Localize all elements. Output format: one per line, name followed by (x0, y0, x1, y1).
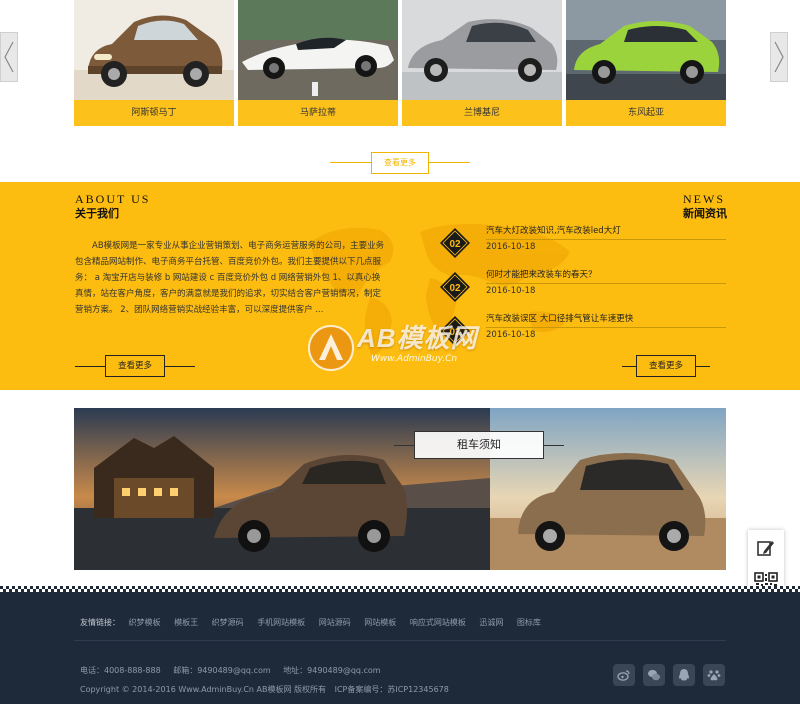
copyright: Copyright © 2014-2016 Www.AdminBuy.Cn AB… (80, 685, 327, 694)
news-title[interactable]: 汽车改装误区 大口径排气管让车速更快 (486, 312, 726, 328)
weibo-button[interactable] (613, 664, 635, 686)
contact-address: 地址：9490489@qq.com (283, 666, 381, 675)
news-more-label: 查看更多 (636, 355, 697, 377)
news-date: 2016-10-18 (486, 286, 536, 296)
news-day: 02 (449, 283, 461, 294)
baidu-icon (707, 670, 721, 681)
icp-number: ICP备案编号：苏ICP12345678 (334, 685, 449, 694)
wechat-button[interactable] (643, 664, 665, 686)
car-card-2[interactable]: 马萨拉蒂 (238, 0, 398, 126)
car-image (402, 0, 562, 100)
about-more-button[interactable]: 查看更多 (75, 355, 196, 377)
news-date: 2016-10-18 (486, 242, 536, 252)
more-cars-label: 查看更多 (371, 152, 429, 174)
watermark-url: Www.AdminBuy.Cn (371, 354, 458, 364)
news-day: 02 (449, 239, 461, 250)
divider (394, 445, 414, 446)
car-card-4[interactable]: 东风起亚 (566, 0, 726, 126)
contact-info: 电话：4008-888-888 邮箱：9490489@qq.com 地址：949… (80, 665, 391, 676)
friend-link[interactable]: 迅诚网 (479, 618, 503, 627)
carousel-next-button[interactable] (770, 32, 788, 82)
car-name: 马萨拉蒂 (299, 108, 336, 118)
divider (74, 640, 726, 641)
friend-link[interactable]: 网站源码 (319, 618, 351, 627)
divider (544, 445, 564, 446)
friend-link[interactable]: 响应式网站模板 (410, 618, 466, 627)
date-badge: 02 (440, 228, 470, 258)
car-name: 阿斯顿马丁 (131, 108, 177, 118)
watermark-text: AB模板网 (357, 323, 478, 353)
qq-button[interactable] (673, 664, 695, 686)
news-title-cn: 新闻资讯 (683, 207, 727, 220)
friend-link[interactable]: 织梦源码 (212, 618, 244, 627)
news-title[interactable]: 汽车大灯改装知识,汽车改装led大灯 (486, 224, 726, 240)
about-title-cn: 关于我们 (75, 207, 119, 220)
friend-link[interactable]: 图标库 (517, 618, 541, 627)
footer: 友情链接： 织梦模板 模板王 织梦源码 手机网站模板 网站源码 网站模板 响应式… (0, 592, 800, 704)
friend-link[interactable]: 网站模板 (364, 618, 396, 627)
copyright-line: Copyright © 2014-2016 Www.AdminBuy.Cn AB… (80, 684, 455, 695)
friend-link[interactable]: 织梦模板 (129, 618, 161, 627)
edit-icon (757, 541, 774, 556)
watermark-logo-icon (308, 325, 354, 371)
friend-link[interactable]: 模板王 (174, 618, 198, 627)
about-text: AB模板网是一家专业从事企业营销策划、电子商务运营服务的公司，主要业务包含精品网… (75, 241, 385, 315)
qq-icon (679, 669, 689, 681)
car-name: 东风起亚 (627, 108, 664, 118)
car-card-1[interactable]: 阿斯顿马丁 (74, 0, 234, 126)
friend-link[interactable]: 手机网站模板 (257, 618, 305, 627)
feedback-button[interactable] (748, 530, 784, 566)
rental-banner-image (74, 408, 726, 570)
about-more-label: 查看更多 (105, 355, 166, 377)
chevron-left-icon (4, 41, 14, 73)
chevron-right-icon (774, 41, 784, 73)
news-more-button[interactable]: 查看更多 (622, 355, 711, 377)
divider (696, 365, 711, 367)
contact-phone: 电话：4008-888-888 (80, 666, 161, 675)
weibo-icon (617, 670, 630, 681)
watermark: AB模板网 Www.AdminBuy.Cn (305, 318, 505, 384)
social-links (613, 664, 725, 686)
car-image (74, 0, 234, 100)
page: 阿斯顿马丁 马萨拉蒂 兰博基尼 东风起亚 查看更多 ABOUT US 关于我们 … (0, 0, 800, 704)
news-title[interactable]: 何时才能把来改装车的春天？ (486, 268, 726, 284)
date-badge: 02 (440, 272, 470, 302)
news-item[interactable]: 02 汽车大灯改装知识,汽车改装led大灯 2016-10-18 (436, 224, 728, 268)
wechat-icon (648, 669, 660, 681)
friend-links-label: 友情链接： (80, 618, 120, 627)
divider (622, 365, 636, 367)
car-image (566, 0, 726, 100)
car-card-3[interactable]: 兰博基尼 (402, 0, 562, 126)
car-name: 兰博基尼 (463, 108, 500, 118)
contact-email: 邮箱：9490489@qq.com (173, 666, 271, 675)
rental-notice-label[interactable]: 租车须知 (414, 431, 544, 459)
divider (75, 365, 105, 367)
car-image (238, 0, 398, 100)
car-carousel: 阿斯顿马丁 马萨拉蒂 兰博基尼 东风起亚 (0, 0, 800, 130)
news-item[interactable]: 02 何时才能把来改装车的春天？ 2016-10-18 (436, 268, 728, 312)
rental-banner[interactable]: 租车须知 (74, 408, 726, 570)
more-cars-button[interactable]: 查看更多 (330, 152, 470, 174)
carousel-prev-button[interactable] (0, 32, 18, 82)
divider (165, 365, 196, 367)
friend-links: 友情链接： 织梦模板 模板王 织梦源码 手机网站模板 网站源码 网站模板 响应式… (80, 617, 552, 628)
baidu-button[interactable] (703, 664, 725, 686)
